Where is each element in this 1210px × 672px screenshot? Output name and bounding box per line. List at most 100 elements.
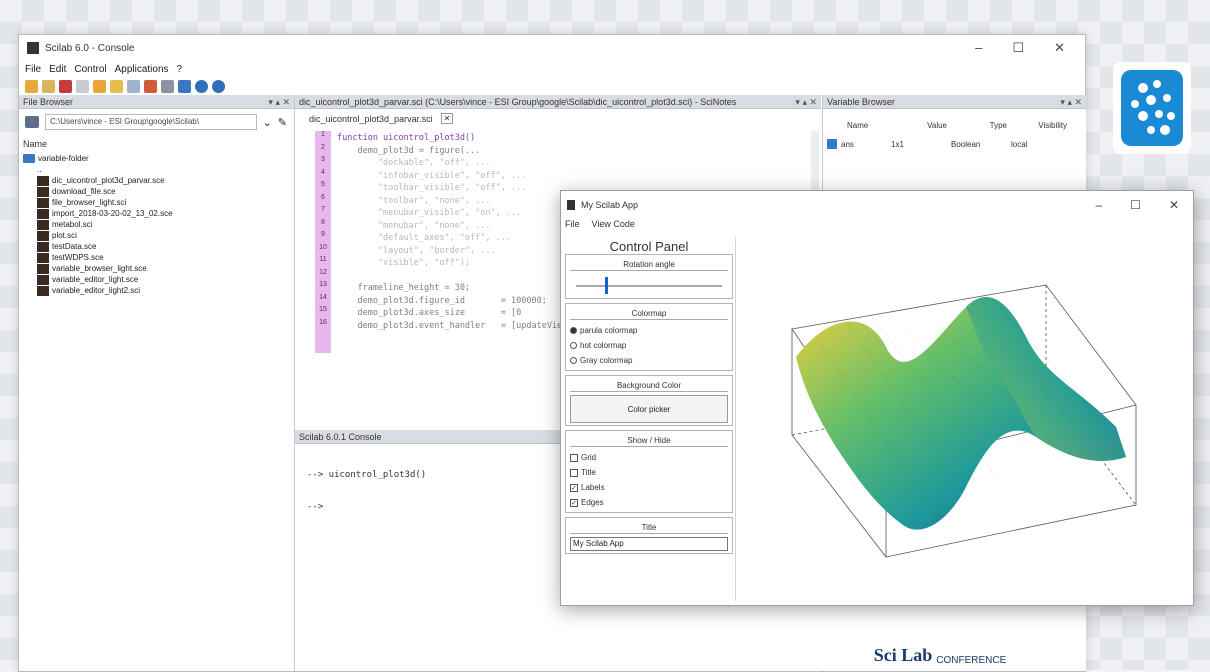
- folder-item[interactable]: variable-folder: [23, 153, 173, 164]
- list-item[interactable]: import_2018-03-20-02_13_02.sce: [23, 208, 173, 219]
- menu-applications[interactable]: Applications: [115, 64, 169, 75]
- code-line: "menubar_visible", "on", ...: [337, 208, 522, 218]
- colormap-option-parula[interactable]: parula colormap: [570, 323, 728, 338]
- colormap-option-hot[interactable]: hot colormap: [570, 338, 728, 353]
- list-item[interactable]: file_browser_light.sci: [23, 197, 173, 208]
- menu-file[interactable]: File: [25, 64, 41, 75]
- dropdown-chevron-icon[interactable]: ⌄: [263, 116, 272, 129]
- list-item[interactable]: variable_editor_light.sce: [23, 274, 173, 285]
- file-icon: [37, 263, 49, 274]
- app-minimize-button[interactable]: –: [1095, 198, 1102, 212]
- clear-console-icon[interactable]: [127, 79, 140, 93]
- col-value[interactable]: Value: [887, 121, 947, 130]
- radio-button[interactable]: [570, 327, 577, 334]
- editor-tab-label: dic_uicontrol_plot3d_parvar.sci: [309, 113, 433, 124]
- console-pane[interactable]: Scilab 6.0.1 Console --> uicontrol_plot3…: [295, 430, 595, 671]
- code-line: "toolbar_visible", "off", ...: [337, 183, 527, 193]
- file-icon: [37, 230, 49, 241]
- path-input[interactable]: C:\Users\vince - ESI Group\google\Scilab…: [45, 114, 257, 130]
- checkbox[interactable]: ✓: [570, 498, 578, 507]
- print-icon[interactable]: [144, 79, 157, 93]
- labels-checkbox-row[interactable]: ✓ Labels: [570, 480, 728, 495]
- code-line: "visible", "off");: [337, 258, 471, 268]
- console-command: --> uicontrol_plot3d(): [307, 470, 427, 480]
- plot-area[interactable]: [735, 237, 1190, 601]
- grid-checkbox-row[interactable]: Grid: [570, 450, 728, 465]
- xcos-icon[interactable]: [178, 79, 191, 93]
- menu-edit[interactable]: Edit: [49, 64, 66, 75]
- app-menu-view-code[interactable]: View Code: [592, 219, 635, 233]
- colormap-frame: Colormap parula colormap hot colormap Gr…: [565, 303, 733, 371]
- pane-controls-icon[interactable]: ▾ ▴ ✕: [268, 95, 290, 109]
- colormap-option-gray[interactable]: Gray colormap: [570, 353, 728, 368]
- list-item[interactable]: dic_uicontrol_plot3d_parvar.sce: [23, 175, 173, 186]
- pane-controls-icon[interactable]: ▾ ▴ ✕: [795, 95, 817, 108]
- cut-icon[interactable]: [59, 79, 72, 93]
- help-icon[interactable]: [212, 79, 225, 93]
- list-item[interactable]: testData.sce: [23, 241, 173, 252]
- file-label: testWDPS.sce: [52, 253, 104, 262]
- folder-up-icon[interactable]: [25, 116, 39, 128]
- edges-checkbox-row[interactable]: ✓ Edges: [570, 495, 728, 510]
- col-visibility[interactable]: Visibility: [1007, 121, 1067, 130]
- title-input[interactable]: My Scilab App: [570, 537, 728, 551]
- pane-controls-icon[interactable]: ▾ ▴ ✕: [1060, 95, 1082, 109]
- scilab-app-icon[interactable]: [1113, 62, 1191, 154]
- close-button[interactable]: ✕: [1054, 40, 1065, 56]
- menu-control[interactable]: Control: [74, 64, 106, 75]
- title-checkbox-row[interactable]: Title: [570, 465, 728, 480]
- app-maximize-button[interactable]: ☐: [1130, 198, 1141, 212]
- paste-icon[interactable]: [93, 79, 106, 93]
- slider-thumb[interactable]: [605, 277, 609, 294]
- list-item[interactable]: metabol.sci: [23, 219, 173, 230]
- copy-icon[interactable]: [76, 79, 89, 93]
- file-label: import_2018-03-20-02_13_02.sce: [52, 209, 173, 218]
- background-color-label: Background Color: [570, 381, 728, 392]
- maximize-button[interactable]: ☐: [1012, 40, 1024, 56]
- code-line: "menubar", "none", ...: [337, 220, 491, 231]
- name-column-header[interactable]: Name: [23, 139, 47, 149]
- rotation-label: Rotation angle: [570, 260, 728, 271]
- tab-close-icon[interactable]: ✕: [440, 113, 454, 124]
- editor-tab[interactable]: dic_uicontrol_plot3d_parvar.sci ✕: [309, 113, 454, 124]
- code-line: "layout", "border", ...: [337, 245, 496, 256]
- new-file-icon[interactable]: [25, 79, 38, 93]
- app-close-button[interactable]: ✕: [1169, 198, 1179, 212]
- module-manager-icon[interactable]: [161, 79, 174, 93]
- code-line: demo_plot3d = figure(...: [337, 145, 481, 156]
- file-label: variable_browser_light.sce: [52, 264, 147, 273]
- demos-icon[interactable]: [195, 79, 208, 93]
- radio-button[interactable]: [570, 342, 577, 349]
- list-item[interactable]: testWDPS.sce: [23, 252, 173, 263]
- scinotes-icon[interactable]: [110, 79, 123, 93]
- checkbox-label: Labels: [581, 483, 605, 492]
- col-type[interactable]: Type: [947, 121, 1007, 130]
- checkbox-label: Grid: [581, 453, 597, 462]
- file-icon: [37, 219, 49, 230]
- app-menu-file[interactable]: File: [565, 219, 580, 233]
- code-area[interactable]: function uicontrol_plot3d() demo_plot3d …: [337, 133, 572, 333]
- table-row[interactable]: ans 1x1 Boolean local: [823, 139, 1086, 149]
- checkbox[interactable]: [570, 453, 578, 462]
- list-item[interactable]: download_file.sce: [23, 186, 173, 197]
- minimize-button[interactable]: –: [975, 40, 982, 56]
- menu-help[interactable]: ?: [177, 64, 183, 75]
- list-item[interactable]: variable_editor_light2.sci: [23, 285, 173, 296]
- scilab-conference-logo: Sci Lab CONFERENCE: [820, 604, 1060, 670]
- list-item[interactable]: plot.sci: [23, 230, 173, 241]
- file-browser-pane: File Browser ▾ ▴ ✕ C:\Users\vince - ESI …: [19, 95, 295, 671]
- col-name[interactable]: Name: [823, 121, 887, 130]
- file-browser-title: File Browser: [23, 97, 74, 107]
- console-title: Scilab 6.0.1 Console: [299, 432, 382, 442]
- radio-label: hot colormap: [580, 341, 627, 350]
- open-folder-icon[interactable]: [42, 79, 55, 93]
- title-label: Title: [570, 523, 728, 534]
- rotation-slider[interactable]: [570, 274, 728, 296]
- browse-icon[interactable]: ✎: [278, 116, 287, 129]
- checkbox[interactable]: ✓: [570, 483, 578, 492]
- radio-button[interactable]: [570, 357, 577, 364]
- list-item[interactable]: ..: [23, 164, 173, 175]
- color-picker-button[interactable]: Color picker: [570, 395, 728, 423]
- checkbox[interactable]: [570, 468, 578, 477]
- list-item[interactable]: variable_browser_light.sce: [23, 263, 173, 274]
